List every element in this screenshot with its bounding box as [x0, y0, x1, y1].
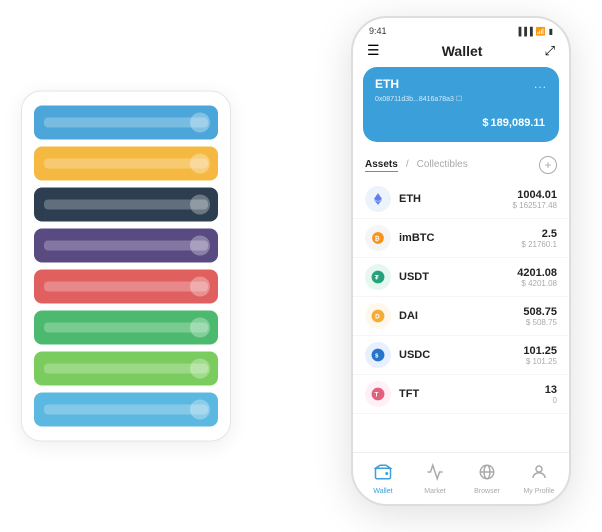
status-bar: 9:41 ▐▐▐ 📶 ▮ — [353, 18, 569, 36]
add-icon: + — [544, 159, 551, 171]
list-item — [34, 270, 218, 304]
asset-row-usdc[interactable]: $ USDC 101.25 $ 101.25 — [353, 336, 569, 375]
list-item — [34, 106, 218, 140]
tft-usd: 0 — [545, 396, 557, 405]
page-title: Wallet — [442, 43, 483, 59]
asset-name-dai: DAI — [399, 310, 523, 322]
usdc-icon: $ — [365, 342, 391, 368]
asset-amounts-tft: 13 0 — [545, 384, 557, 405]
tft-amount: 13 — [545, 384, 557, 396]
eth-amount-value: 189,089.11 — [491, 117, 545, 129]
asset-name-usdc: USDC — [399, 349, 523, 361]
usdc-amount: 101.25 — [523, 345, 557, 357]
dai-usd: $ 508.75 — [523, 318, 557, 327]
battery-icon: ▮ — [549, 27, 553, 36]
scene: 9:41 ▐▐▐ 📶 ▮ ☰ Wallet ⤢ ETH ... 0x08711d… — [21, 16, 581, 516]
wallet-nav-label: Wallet — [373, 488, 392, 495]
dollar-sign: $ — [482, 117, 488, 129]
asset-amounts-dai: 508.75 $ 508.75 — [523, 306, 557, 327]
assets-header: Assets / Collectibles + — [353, 152, 569, 180]
row-inner — [44, 323, 208, 333]
assets-tabs: Assets / Collectibles — [365, 159, 468, 172]
asset-name-usdt: USDT — [399, 271, 517, 283]
nav-browser[interactable]: Browser — [461, 463, 513, 495]
asset-list: ETH 1004.01 $ 162517.48 ₿ imBTC 2.5 $ 21… — [353, 180, 569, 452]
more-icon[interactable]: ... — [534, 77, 547, 91]
profile-nav-icon — [530, 463, 548, 486]
nav-profile[interactable]: My Profile — [513, 463, 565, 495]
usdt-usd: $ 4201.08 — [517, 279, 557, 288]
wallet-nav-icon — [374, 463, 392, 486]
wifi-icon: 📶 — [536, 27, 546, 36]
browser-nav-label: Browser — [474, 488, 500, 495]
market-nav-icon — [426, 463, 444, 486]
asset-name-imbtc: imBTC — [399, 232, 521, 244]
eth-card-address: 0x08711d3b...8416a78a3 ☐ — [375, 95, 547, 103]
asset-row-imbtc[interactable]: ₿ imBTC 2.5 $ 21760.1 — [353, 219, 569, 258]
asset-row-dai[interactable]: D DAI 508.75 $ 508.75 — [353, 297, 569, 336]
imbtc-usd: $ 21760.1 — [521, 240, 557, 249]
browser-nav-icon — [478, 463, 496, 486]
usdc-usd: $ 101.25 — [523, 357, 557, 366]
row-inner — [44, 118, 208, 128]
asset-name-tft: TFT — [399, 388, 545, 400]
eth-icon — [365, 186, 391, 212]
dai-amount: 508.75 — [523, 306, 557, 318]
nav-wallet[interactable]: Wallet — [357, 463, 409, 495]
eth-card[interactable]: ETH ... 0x08711d3b...8416a78a3 ☐ $189,08… — [363, 67, 559, 142]
eth-card-header: ETH ... — [375, 77, 547, 91]
nav-market[interactable]: Market — [409, 463, 461, 495]
row-inner — [44, 405, 208, 415]
svg-text:₿: ₿ — [375, 234, 380, 242]
row-inner — [44, 282, 208, 292]
usdt-icon: ₮ — [365, 264, 391, 290]
list-item — [34, 188, 218, 222]
row-inner — [44, 159, 208, 169]
bottom-nav: Wallet Market Browser My Profile — [353, 452, 569, 504]
list-item — [34, 311, 218, 345]
menu-icon[interactable]: ☰ — [367, 42, 380, 59]
asset-amounts-usdt: 4201.08 $ 4201.08 — [517, 267, 557, 288]
eth-amount: 1004.01 — [513, 189, 558, 201]
tft-icon: T — [365, 381, 391, 407]
imbtc-icon: ₿ — [365, 225, 391, 251]
list-item — [34, 352, 218, 386]
svg-text:₮: ₮ — [375, 274, 379, 281]
phone-header: ☰ Wallet ⤢ — [353, 36, 569, 67]
row-inner — [44, 241, 208, 251]
asset-amounts-eth: 1004.01 $ 162517.48 — [513, 189, 558, 210]
asset-row-usdt[interactable]: ₮ USDT 4201.08 $ 4201.08 — [353, 258, 569, 297]
expand-icon[interactable]: ⤢ — [545, 43, 555, 59]
status-time: 9:41 — [369, 26, 387, 36]
left-stack — [21, 91, 231, 442]
row-inner — [44, 364, 208, 374]
list-item — [34, 229, 218, 263]
row-inner — [44, 200, 208, 210]
list-item — [34, 147, 218, 181]
asset-amounts-imbtc: 2.5 $ 21760.1 — [521, 228, 557, 249]
eth-card-label: ETH — [375, 77, 399, 91]
usdt-amount: 4201.08 — [517, 267, 557, 279]
svg-text:D: D — [375, 313, 380, 320]
market-nav-label: Market — [424, 488, 445, 495]
asset-row-tft[interactable]: T TFT 13 0 — [353, 375, 569, 414]
svg-text:T: T — [375, 391, 379, 398]
eth-card-amount: $189,089.11 — [375, 109, 547, 132]
dai-icon: D — [365, 303, 391, 329]
asset-amounts-usdc: 101.25 $ 101.25 — [523, 345, 557, 366]
signal-icon: ▐▐▐ — [516, 27, 533, 36]
add-asset-button[interactable]: + — [539, 156, 557, 174]
phone-frame: 9:41 ▐▐▐ 📶 ▮ ☰ Wallet ⤢ ETH ... 0x08711d… — [351, 16, 571, 506]
imbtc-amount: 2.5 — [521, 228, 557, 240]
tab-collectibles[interactable]: Collectibles — [417, 159, 468, 172]
profile-nav-label: My Profile — [523, 488, 554, 495]
eth-usd: $ 162517.48 — [513, 201, 558, 210]
status-icons: ▐▐▐ 📶 ▮ — [516, 27, 553, 36]
tab-assets[interactable]: Assets — [365, 159, 398, 172]
asset-name-eth: ETH — [399, 193, 513, 205]
list-item — [34, 393, 218, 427]
asset-row-eth[interactable]: ETH 1004.01 $ 162517.48 — [353, 180, 569, 219]
